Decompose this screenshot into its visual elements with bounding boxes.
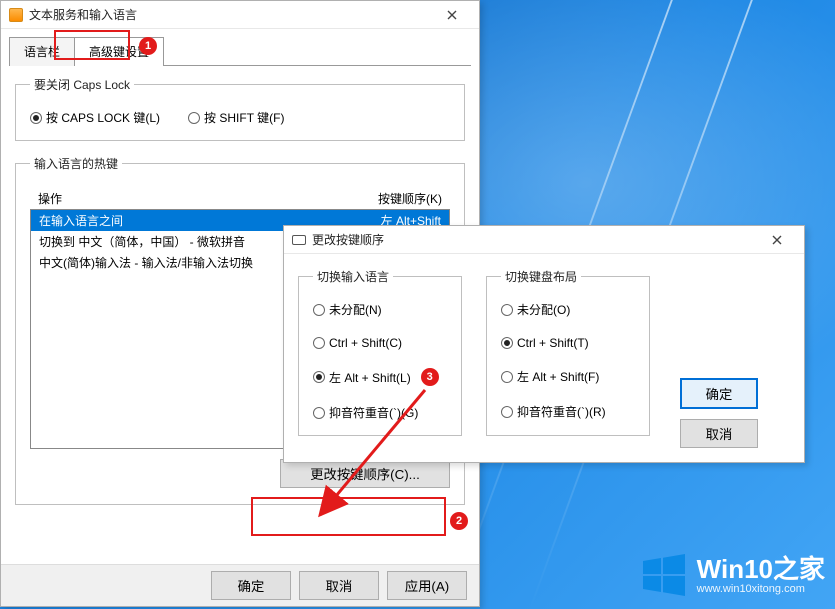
radio-label: Ctrl + Shift(C)	[329, 336, 402, 350]
radio-input-ctrlshift[interactable]: Ctrl + Shift(C)	[313, 336, 447, 350]
capslock-group: 要关闭 Caps Lock 按 CAPS LOCK 键(L) 按 SHIFT 键…	[15, 76, 465, 141]
radio-label: 左 Alt + Shift(F)	[517, 368, 599, 385]
annotation-box-1	[54, 30, 130, 60]
apply-button[interactable]: 应用(A)	[387, 571, 467, 600]
radio-input-grave[interactable]: 抑音符重音(`)(G)	[313, 404, 447, 421]
radio-label: 按 CAPS LOCK 键(L)	[46, 109, 160, 126]
close-icon[interactable]	[433, 4, 471, 26]
radio-layout-altshift[interactable]: 左 Alt + Shift(F)	[501, 368, 635, 385]
radio-label: 未分配(N)	[329, 301, 382, 318]
radio-label: 未分配(O)	[517, 301, 570, 318]
radio-caps-by-shift[interactable]: 按 SHIFT 键(F)	[188, 109, 284, 126]
ok-button[interactable]: 确定	[211, 571, 291, 600]
keyboard-icon	[292, 235, 306, 245]
radio-layout-ctrlshift[interactable]: Ctrl + Shift(T)	[501, 336, 635, 350]
watermark-url: www.win10xitong.com	[697, 583, 825, 595]
switch-input-language-group: 切换输入语言 未分配(N) Ctrl + Shift(C) 左 Alt + Sh…	[298, 268, 462, 436]
radio-label: 按 SHIFT 键(F)	[204, 109, 284, 126]
titlebar[interactable]: 文本服务和输入语言	[1, 1, 479, 29]
annotation-box-2	[251, 497, 446, 536]
cancel-button[interactable]: 取消	[299, 571, 379, 600]
annotation-badge-3: 3	[421, 368, 439, 386]
titlebar[interactable]: 更改按键顺序	[284, 226, 804, 254]
windows-logo-icon	[639, 551, 687, 599]
close-icon[interactable]	[758, 229, 796, 251]
radio-input-altshift[interactable]: 左 Alt + Shift(L) 3	[313, 368, 447, 386]
window-title: 更改按键顺序	[312, 231, 758, 248]
col-keys: 按键顺序(K)	[378, 190, 442, 207]
cancel-button[interactable]: 取消	[680, 419, 758, 448]
radio-label: 左 Alt + Shift(L)	[329, 369, 411, 386]
dialog-footer: 确定 取消 应用(A)	[1, 564, 479, 606]
change-key-sequence-dialog: 更改按键顺序 切换输入语言 未分配(N) Ctrl + Shift(C) 左 A…	[283, 225, 805, 463]
radio-label: Ctrl + Shift(T)	[517, 336, 589, 350]
hotkey-header: 操作 按键顺序(K)	[30, 188, 450, 209]
watermark-brand: Win10之家	[697, 555, 825, 584]
annotation-badge-2: 2	[450, 512, 468, 530]
app-icon	[9, 8, 23, 22]
ok-button[interactable]: 确定	[680, 378, 758, 409]
switch-keyboard-layout-group: 切换键盘布局 未分配(O) Ctrl + Shift(T) 左 Alt + Sh…	[486, 268, 650, 436]
group-legend: 切换键盘布局	[501, 268, 581, 285]
radio-caps-by-capslock[interactable]: 按 CAPS LOCK 键(L)	[30, 109, 160, 126]
annotation-badge-1: 1	[139, 37, 157, 55]
radio-layout-none[interactable]: 未分配(O)	[501, 301, 635, 318]
radio-input-none[interactable]: 未分配(N)	[313, 301, 447, 318]
radio-label: 抑音符重音(`)(G)	[329, 404, 418, 421]
col-action: 操作	[38, 190, 378, 207]
watermark: Win10之家 www.win10xitong.com	[639, 551, 825, 599]
radio-label: 抑音符重音(`)(R)	[517, 403, 606, 420]
group-legend: 切换输入语言	[313, 268, 393, 285]
window-title: 文本服务和输入语言	[29, 6, 433, 23]
hotkeys-legend: 输入语言的热键	[30, 155, 122, 172]
radio-layout-grave[interactable]: 抑音符重音(`)(R)	[501, 403, 635, 420]
capslock-legend: 要关闭 Caps Lock	[30, 76, 134, 93]
